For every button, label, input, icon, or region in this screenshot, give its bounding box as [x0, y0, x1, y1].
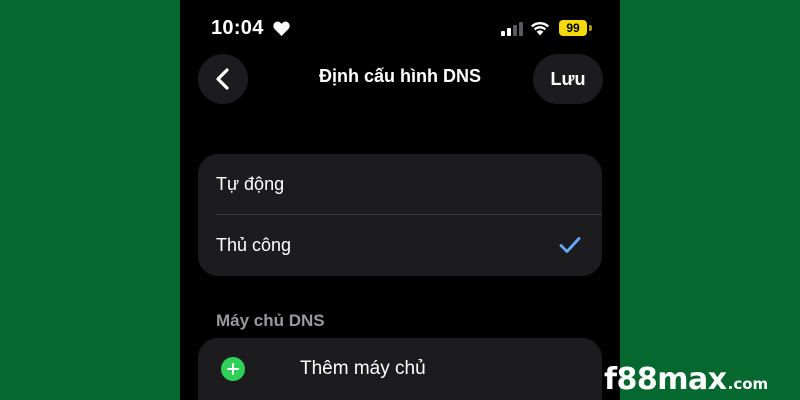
plus-circle-icon	[221, 357, 245, 381]
checkmark-icon	[559, 237, 581, 253]
add-server-button[interactable]: Thêm máy chủ	[198, 338, 602, 400]
battery-icon: 99	[559, 20, 587, 36]
watermark-suffix: .com	[727, 375, 769, 393]
dns-mode-manual[interactable]: Thủ công	[198, 215, 602, 275]
battery-tip	[589, 25, 592, 31]
add-server-label: Thêm máy chủ	[300, 358, 426, 379]
save-button[interactable]: Lưu	[533, 54, 603, 104]
status-bar: 10:04 99	[180, 0, 620, 56]
wifi-icon	[531, 21, 549, 36]
watermark-main: f88max	[604, 362, 727, 397]
dns-servers-group: Thêm máy chủ	[198, 338, 602, 400]
page-title: Định cấu hình DNS	[319, 66, 481, 86]
status-time: 10:04	[211, 17, 264, 39]
dns-mode-group: Tự động Thủ công	[198, 154, 602, 276]
dns-mode-manual-label: Thủ công	[216, 235, 292, 255]
dns-mode-automatic[interactable]: Tự động	[198, 154, 602, 214]
stage: 10:04 99 Định cấu hình DNS Lưu Tự động T…	[0, 0, 800, 400]
chevron-left-icon	[216, 68, 229, 90]
signal-icon	[501, 22, 523, 36]
back-button[interactable]	[198, 54, 248, 104]
dns-servers-header: Máy chủ DNS	[216, 311, 325, 330]
dns-mode-automatic-label: Tự động	[216, 174, 285, 194]
phone-screen: 10:04 99 Định cấu hình DNS Lưu Tự động T…	[180, 0, 620, 400]
heart-icon	[273, 21, 290, 36]
watermark-logo: f88max .com	[604, 362, 769, 397]
